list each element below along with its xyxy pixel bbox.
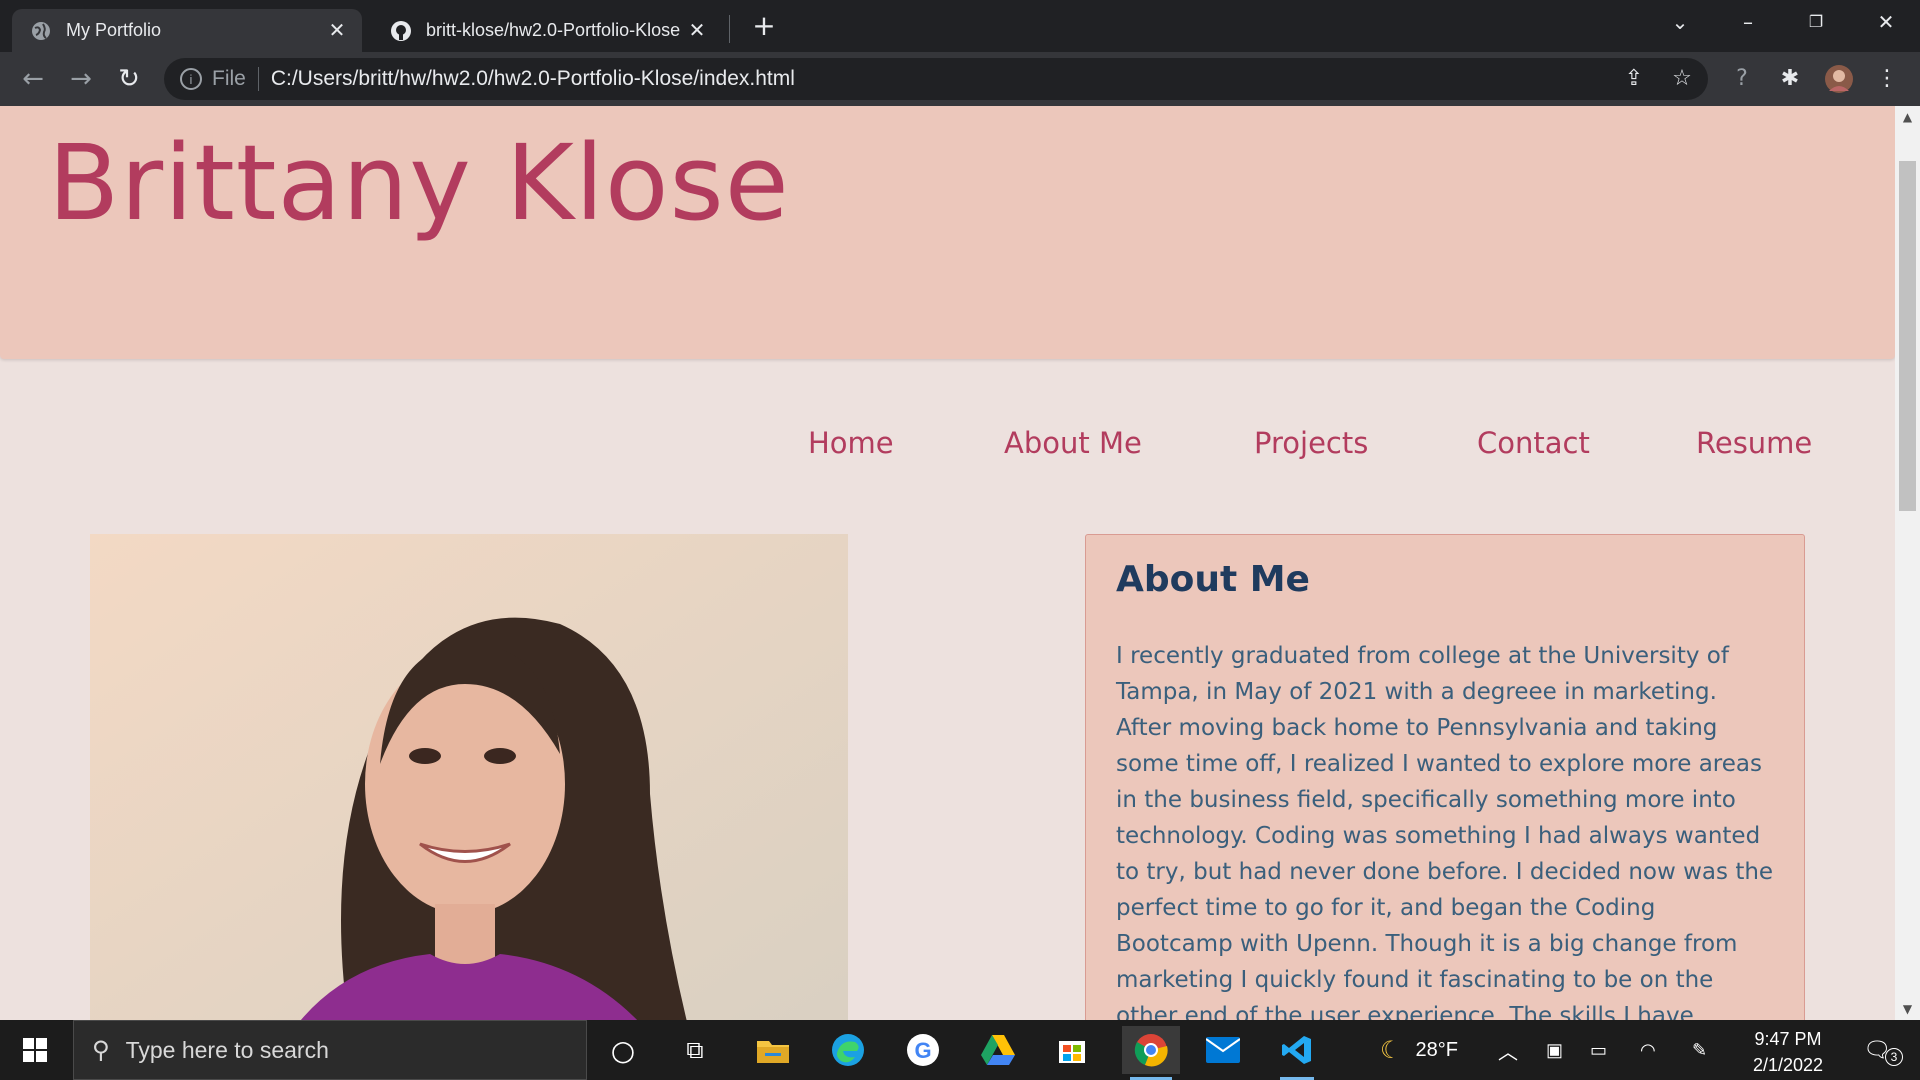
info-icon[interactable]: i bbox=[180, 68, 202, 90]
svg-text:G: G bbox=[914, 1038, 931, 1063]
weather-temp: 28°F bbox=[1415, 1038, 1458, 1061]
task-view-icon[interactable]: ⧉ bbox=[670, 1026, 720, 1074]
reload-button[interactable]: ↻ bbox=[112, 62, 146, 96]
profile-avatar[interactable] bbox=[1825, 65, 1853, 93]
moon-icon: ☾ bbox=[1380, 1036, 1402, 1064]
chrome-icon[interactable] bbox=[1122, 1026, 1180, 1080]
browser-tab-bar: My Portfolio ✕ britt-klose/hw2.0-Portfol… bbox=[0, 0, 1920, 52]
tab-divider bbox=[729, 15, 730, 43]
about-heading: About Me bbox=[1116, 559, 1310, 600]
page-scrollbar[interactable]: ▲ ▼ bbox=[1895, 106, 1920, 1020]
system-clock[interactable]: 9:47 PM 2/1/2022 bbox=[1738, 1026, 1838, 1078]
nav-about-link[interactable]: About Me bbox=[1004, 426, 1142, 460]
show-hidden-icons-chevron-icon[interactable]: ︿ bbox=[1498, 1020, 1518, 1080]
site-title: Brittany Klose bbox=[48, 122, 790, 244]
bookmark-star-icon[interactable]: ☆ bbox=[1668, 65, 1696, 93]
weather-widget[interactable]: ☾ 28°F bbox=[1380, 1020, 1458, 1080]
google-icon[interactable]: G bbox=[898, 1026, 948, 1074]
search-placeholder: Type here to search bbox=[125, 1036, 329, 1063]
restore-button[interactable]: ❐ bbox=[1796, 6, 1836, 38]
tab-title: My Portfolio bbox=[66, 20, 162, 40]
nav-resume-link[interactable]: Resume bbox=[1696, 426, 1812, 460]
tab-title: britt-klose/hw2.0-Portfolio-Klose bbox=[426, 20, 681, 40]
address-bar[interactable]: i File C:/Users/britt/hw/hw2.0/hw2.0-Por… bbox=[164, 58, 1708, 100]
scroll-down-icon[interactable]: ▼ bbox=[1895, 1002, 1920, 1016]
url-text[interactable]: C:/Users/britt/hw/hw2.0/hw2.0-Portfolio-… bbox=[271, 67, 795, 91]
minimize-button[interactable]: – bbox=[1728, 6, 1768, 38]
menu-kebab-icon[interactable]: ⋮ bbox=[1873, 65, 1901, 93]
edge-browser-icon[interactable] bbox=[823, 1026, 873, 1074]
notification-count: 3 bbox=[1884, 1048, 1903, 1066]
nav-projects-link[interactable]: Projects bbox=[1254, 426, 1368, 460]
tab-my-portfolio[interactable]: My Portfolio ✕ bbox=[12, 9, 362, 52]
google-drive-icon[interactable] bbox=[973, 1026, 1023, 1074]
vscode-icon[interactable] bbox=[1272, 1026, 1322, 1080]
clock-time: 9:47 PM bbox=[1754, 1029, 1822, 1049]
search-icon: ⚲ bbox=[92, 1036, 110, 1064]
close-tab-icon[interactable]: ✕ bbox=[326, 18, 348, 43]
windows-start-icon[interactable] bbox=[0, 1020, 70, 1080]
nav-contact-link[interactable]: Contact bbox=[1477, 426, 1590, 460]
wifi-icon[interactable]: ◠ bbox=[1640, 1020, 1656, 1080]
extensions-icon[interactable]: ✱ bbox=[1776, 65, 1804, 93]
scroll-up-icon[interactable]: ▲ bbox=[1895, 110, 1920, 124]
help-extension-icon[interactable]: ? bbox=[1728, 65, 1756, 93]
browser-toolbar: ← → ↻ i File C:/Users/britt/hw/hw2.0/hw2… bbox=[0, 52, 1920, 106]
web-page: Brittany Klose Home About Me Projects Co… bbox=[0, 106, 1895, 1020]
notification-center-icon[interactable]: 🗨 3 bbox=[1858, 1020, 1908, 1080]
close-tab-icon[interactable]: ✕ bbox=[686, 18, 708, 43]
forward-button[interactable]: → bbox=[64, 62, 98, 96]
profile-photo bbox=[90, 534, 848, 1020]
microsoft-store-icon[interactable] bbox=[1047, 1026, 1097, 1074]
url-scheme: File bbox=[212, 67, 246, 90]
back-button[interactable]: ← bbox=[16, 62, 50, 96]
omnibox-divider bbox=[257, 67, 259, 91]
about-me-card: About Me I recently graduated from colle… bbox=[1085, 534, 1805, 1020]
site-header: Brittany Klose bbox=[0, 106, 1895, 359]
about-body: I recently graduated from college at the… bbox=[1116, 643, 1774, 1020]
new-tab-button[interactable]: + bbox=[748, 10, 780, 42]
clock-date: 2/1/2022 bbox=[1752, 1055, 1824, 1075]
tab-search-icon[interactable]: ⌄ bbox=[1660, 6, 1700, 38]
nav-home-link[interactable]: Home bbox=[808, 426, 894, 460]
pen-icon[interactable]: ✎ bbox=[1692, 1020, 1707, 1080]
close-window-button[interactable]: ✕ bbox=[1866, 6, 1906, 38]
battery-icon[interactable]: ▭ bbox=[1590, 1020, 1607, 1080]
share-icon[interactable]: ⇪ bbox=[1620, 65, 1648, 93]
mail-icon[interactable] bbox=[1198, 1026, 1248, 1074]
globe-icon bbox=[30, 20, 52, 42]
meet-now-icon[interactable]: ▣ bbox=[1546, 1020, 1563, 1080]
file-explorer-icon[interactable] bbox=[748, 1026, 798, 1074]
taskbar-search-box[interactable]: ⚲ Type here to search bbox=[73, 1020, 587, 1080]
scrollbar-thumb[interactable] bbox=[1899, 161, 1916, 511]
windows-taskbar: ⚲ Type here to search ○ ⧉ G ☾ 28°F ︿ ▣ ▭… bbox=[0, 1020, 1920, 1080]
github-icon bbox=[390, 20, 412, 42]
tab-github[interactable]: britt-klose/hw2.0-Portfolio-Klose ✕ bbox=[372, 9, 722, 52]
cortana-icon[interactable]: ○ bbox=[598, 1026, 648, 1074]
